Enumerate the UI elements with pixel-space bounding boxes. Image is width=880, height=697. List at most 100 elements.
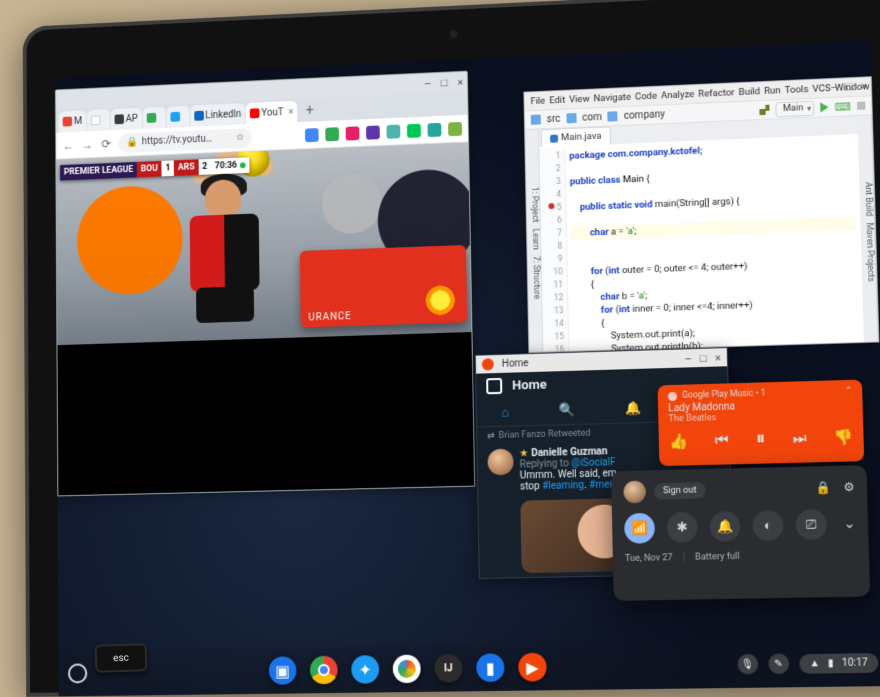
browser-tab[interactable]: M <box>59 110 86 132</box>
avatar[interactable] <box>623 481 646 504</box>
chevron-up-icon[interactable]: ⌃ <box>844 386 852 396</box>
ide-window[interactable]: – □ × File Edit View Navigate Code Analy… <box>523 76 879 353</box>
back-button[interactable]: ← <box>62 138 75 152</box>
new-tab-button[interactable]: + <box>298 100 321 122</box>
extension-icon[interactable] <box>366 125 380 139</box>
search-tab-icon[interactable]: 🔍 <box>559 403 576 418</box>
breakpoint-icon[interactable] <box>549 203 555 209</box>
rail-tab[interactable]: Maven Projects <box>864 222 876 282</box>
extension-icon[interactable] <box>386 124 400 138</box>
rail-tab[interactable]: 1: Project <box>529 187 540 223</box>
forward-button[interactable]: → <box>81 137 94 151</box>
browser-tab[interactable]: LinkedIn <box>190 103 245 127</box>
rail-tab[interactable]: Ant Build <box>862 181 873 216</box>
bluetooth-toggle[interactable]: ✱ <box>667 512 698 543</box>
menu-item[interactable]: Refactor <box>698 87 735 100</box>
photos-app-icon[interactable] <box>392 655 420 684</box>
menu-item[interactable]: Analyze <box>661 89 695 101</box>
tab-close-icon[interactable]: × <box>288 106 293 117</box>
menu-item[interactable]: View <box>569 93 590 105</box>
intellij-app-icon[interactable]: IJ <box>434 654 462 683</box>
browser-tab-active[interactable]: YouT× <box>246 101 297 125</box>
breadcrumb[interactable]: com <box>582 111 602 123</box>
music-notification[interactable]: Google Play Music • 1 ⌃ Lady Madonna The… <box>658 380 865 467</box>
rail-tab[interactable]: Learn <box>530 229 540 250</box>
tw-close-button[interactable]: × <box>715 351 721 364</box>
stylus-icon[interactable]: ✎ <box>768 653 789 674</box>
run-config-select[interactable]: Main <box>776 100 815 117</box>
previous-track-icon[interactable]: ⏮ <box>715 430 729 449</box>
shelf-tray[interactable]: 🎙 ✎ ▲ ▮ 10:17 <box>737 652 879 675</box>
tw-min-button[interactable]: – <box>684 352 692 365</box>
browser-tab[interactable] <box>87 109 110 131</box>
menu-item[interactable]: Tools <box>785 84 809 96</box>
gear-icon[interactable]: ⚙ <box>843 480 855 495</box>
menu-item[interactable]: Navigate <box>593 91 631 104</box>
browser-tab[interactable] <box>166 106 189 128</box>
menu-item[interactable]: File <box>530 95 545 106</box>
run-button-icon[interactable] <box>820 102 828 112</box>
launcher-button[interactable] <box>68 663 87 683</box>
ide-min-button[interactable]: – <box>830 81 838 94</box>
hashtag-link[interactable]: #learning <box>542 480 584 492</box>
extension-icon[interactable] <box>305 128 319 142</box>
menu-item[interactable]: VCS <box>812 83 830 95</box>
chevron-down-icon[interactable]: ⌄ <box>843 516 856 533</box>
lock-icon[interactable]: 🔒 <box>815 480 831 495</box>
breadcrumb[interactable]: company <box>624 109 665 122</box>
menu-item[interactable]: Run <box>764 85 781 97</box>
extension-icon[interactable] <box>427 122 441 136</box>
bookmark-star-icon[interactable]: ☆ <box>236 132 245 143</box>
extension-icon[interactable] <box>346 126 360 140</box>
debug-icon[interactable]: ⌨ <box>835 100 852 114</box>
menu-item[interactable]: Edit <box>549 94 565 106</box>
ide-close-button[interactable]: × <box>861 79 867 92</box>
menu-item[interactable]: Code <box>635 90 657 102</box>
thumbs-up-icon[interactable]: 👍 <box>669 432 688 451</box>
duo-app-icon[interactable]: ▮ <box>476 653 505 682</box>
build-icon[interactable] <box>759 105 769 115</box>
chrome-window[interactable]: – □ × M AP LinkedIn YouT× + ← → ⟳ 🔒 <box>55 71 475 497</box>
breadcrumb[interactable]: src <box>547 113 561 124</box>
next-track-icon[interactable]: ⏭ <box>792 428 806 447</box>
code-area[interactable]: package com.company.kctofel; public clas… <box>565 136 864 351</box>
avatar[interactable] <box>487 449 513 476</box>
ide-max-button[interactable]: □ <box>846 80 853 93</box>
thumbs-down-icon[interactable]: 👎 <box>834 427 854 446</box>
notifications-toggle[interactable]: 🔔 <box>709 511 740 542</box>
wifi-icon: ▲ <box>809 658 820 669</box>
files-app-icon[interactable]: ▣ <box>269 656 297 684</box>
assistant-mic-icon[interactable]: 🎙 <box>737 654 758 675</box>
home-tab-icon[interactable]: ⌂ <box>501 404 509 420</box>
night-light-toggle[interactable]: ◐ <box>752 510 784 541</box>
menu-item[interactable]: Build <box>739 86 761 98</box>
browser-tab[interactable] <box>142 107 165 129</box>
chrome-min-button[interactable]: – <box>424 77 431 90</box>
extension-icon[interactable] <box>407 123 421 137</box>
chrome-app-icon[interactable] <box>310 656 338 684</box>
code-editor[interactable]: 12345678910111213141516 package com.comp… <box>539 136 864 352</box>
quick-settings-panel[interactable]: Sign out 🔒 ⚙ 📶 ✱ 🔔 ◐ ⎚ ⌄ Tue, Nov 27 | B… <box>611 465 870 601</box>
video-player[interactable]: URANCE PREMIER LEAGUE BOU 1 ARS 2 70:36 <box>56 142 471 345</box>
cast-toggle[interactable]: ⎚ <box>795 509 827 540</box>
chrome-max-button[interactable]: □ <box>441 76 448 89</box>
reload-button[interactable]: ⟳ <box>100 136 113 150</box>
rail-tab[interactable]: 7: Structure <box>531 256 542 300</box>
sign-out-button[interactable]: Sign out <box>654 482 706 499</box>
bell-tab-icon[interactable]: 🔔 <box>625 401 642 417</box>
wifi-toggle[interactable]: 📶 <box>624 513 655 544</box>
editor-tab[interactable]: Main.java <box>541 126 611 147</box>
youtube-icon <box>250 108 260 118</box>
stop-button-icon[interactable] <box>857 102 865 110</box>
twitter-avatar-icon[interactable] <box>486 378 502 394</box>
browser-tab[interactable]: AP <box>110 108 141 131</box>
omnibox[interactable]: 🔒 https://tv.youtu… ☆ <box>118 128 252 153</box>
extension-icon[interactable] <box>325 127 339 141</box>
tw-max-button[interactable]: □ <box>700 351 707 364</box>
extension-icon[interactable] <box>448 121 462 135</box>
play-music-app-icon[interactable]: ▶ <box>518 653 547 682</box>
play-pause-icon[interactable]: ⏸ <box>756 428 766 450</box>
twitter-app-icon[interactable]: ✦ <box>351 655 379 684</box>
chrome-close-button[interactable]: × <box>457 75 463 88</box>
status-tray[interactable]: ▲ ▮ 10:17 <box>799 653 879 674</box>
